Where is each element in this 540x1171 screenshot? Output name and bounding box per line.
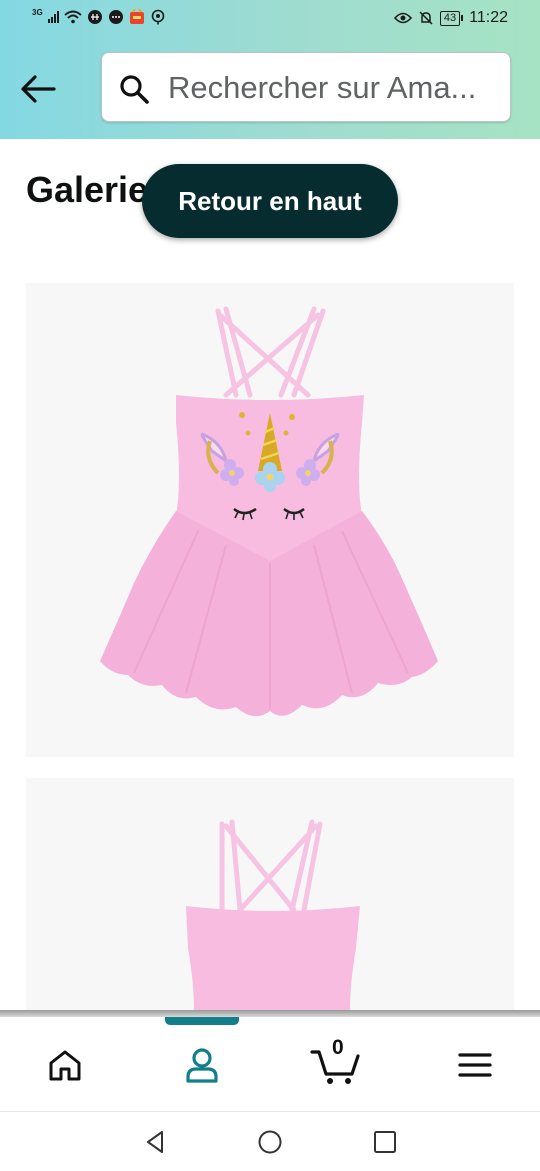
system-navigation-bar <box>0 1111 540 1171</box>
status-time: 11:22 <box>469 9 508 26</box>
active-tab-indicator <box>165 1017 239 1025</box>
bottom-navigation: 0 <box>0 1017 540 1111</box>
mute-bell-icon <box>419 11 433 25</box>
nav-cart[interactable]: 0 <box>306 1036 366 1091</box>
message-icon <box>87 10 102 24</box>
system-home-icon[interactable] <box>256 1128 284 1156</box>
signal-icon <box>47 11 59 23</box>
network-type: 3G <box>32 7 43 17</box>
back-arrow-icon[interactable] <box>18 73 58 105</box>
pink-dress-back-image <box>186 819 360 1010</box>
product-image-2[interactable] <box>26 778 514 1010</box>
cart-count-badge: 0 <box>332 1036 344 1059</box>
battery-icon: 43 <box>439 10 464 26</box>
chat-icon <box>108 10 123 24</box>
app-header: 3G 43 11:22 <box>0 0 540 139</box>
back-to-top-button[interactable]: Retour en haut <box>142 164 398 238</box>
status-right-icons: 43 11:22 <box>393 9 508 27</box>
system-back-icon[interactable] <box>142 1128 170 1156</box>
menu-icon[interactable] <box>458 1052 492 1078</box>
system-recents-icon[interactable] <box>371 1128 399 1156</box>
search-bar[interactable] <box>101 52 511 122</box>
nav-home[interactable] <box>35 1039 95 1091</box>
home-icon[interactable] <box>47 1048 83 1082</box>
wifi-icon <box>64 10 82 24</box>
battery-level: 43 <box>439 10 461 26</box>
status-left-icons: 3G <box>32 7 166 25</box>
shopping-app-icon <box>129 9 144 24</box>
product-image-1[interactable] <box>26 283 514 757</box>
scroll-divider <box>0 1010 540 1017</box>
nav-menu[interactable] <box>445 1039 505 1091</box>
location-icon <box>151 9 164 25</box>
search-icon[interactable] <box>118 73 150 105</box>
account-icon[interactable] <box>184 1047 220 1083</box>
pink-unicorn-dress-front-image <box>100 306 438 717</box>
eye-icon <box>393 12 412 24</box>
status-bar: 3G 43 11:22 <box>0 0 540 38</box>
nav-account[interactable] <box>172 1039 232 1091</box>
search-input[interactable] <box>166 53 510 122</box>
